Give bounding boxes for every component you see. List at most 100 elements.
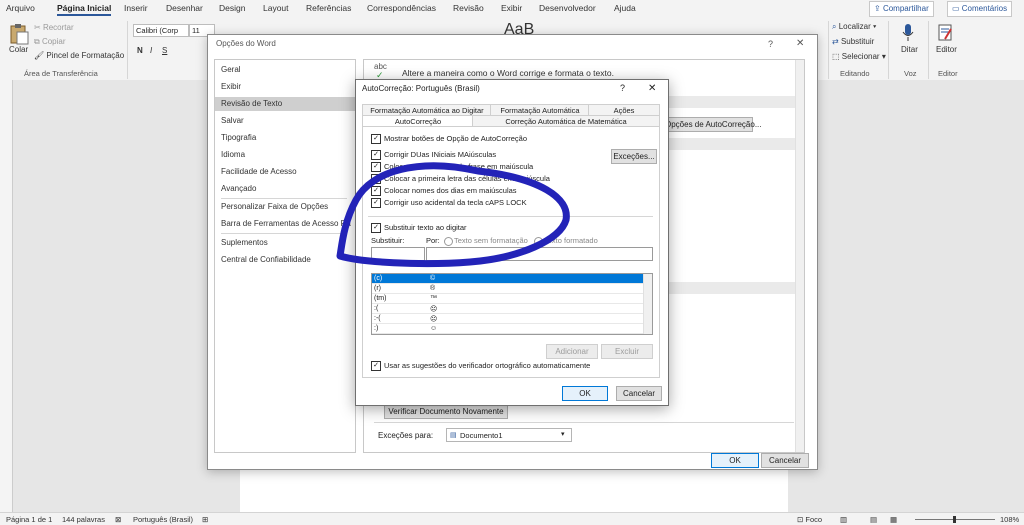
- nav-item-geral[interactable]: Geral: [221, 65, 241, 74]
- tab-layout[interactable]: Layout: [263, 3, 289, 13]
- ribbon-separator: [888, 21, 889, 79]
- editor-button[interactable]: [937, 23, 955, 43]
- proofing-icon[interactable]: ⊠: [115, 515, 121, 524]
- exceptions-button[interactable]: Exceções...: [611, 149, 657, 164]
- list-item[interactable]: :) ☺: [372, 323, 643, 334]
- clipboard-icon: [10, 24, 29, 45]
- spellcheck-suggestions-label: Usar as sugestões do verificador ortográ…: [384, 361, 591, 370]
- tab-ajuda[interactable]: Ajuda: [614, 3, 636, 13]
- tab-arquivo[interactable]: Arquivo: [6, 3, 35, 13]
- nav-item-suplementos[interactable]: Suplementos: [221, 238, 268, 247]
- dictate-button[interactable]: [900, 23, 916, 43]
- with-input[interactable]: [426, 247, 653, 261]
- language-status[interactable]: Português (Brasil): [133, 515, 193, 524]
- autocorrect-options-button[interactable]: Opções de AutoCorreção...: [664, 117, 762, 132]
- bold-button[interactable]: N: [137, 46, 143, 55]
- list-item[interactable]: :(☹: [372, 303, 643, 314]
- tab-pagina-inicial[interactable]: Página Inicial: [57, 3, 112, 16]
- list-item[interactable]: (tm) ™: [372, 293, 643, 304]
- focus-button[interactable]: ⊡ Foco: [797, 515, 822, 524]
- tab-inserir[interactable]: Inserir: [124, 3, 148, 13]
- tab-design[interactable]: Design: [219, 3, 245, 13]
- nav-item-personalizar-faixa[interactable]: Personalizar Faixa de Opções: [221, 202, 328, 211]
- web-layout-icon[interactable]: ▦: [890, 515, 897, 524]
- replace-button[interactable]: ⇄ Substituir: [832, 37, 874, 46]
- first-letter-cells-checkbox[interactable]: ✓: [371, 174, 381, 184]
- exceptions-dropdown[interactable]: ▤ Documento1 ▾: [446, 428, 572, 442]
- nav-item-tipografia[interactable]: Tipografia: [221, 133, 256, 142]
- accessibility-icon[interactable]: ⊞: [202, 515, 208, 524]
- help-icon[interactable]: ?: [768, 39, 773, 49]
- nav-item-idioma[interactable]: Idioma: [221, 150, 245, 159]
- recheck-document-button[interactable]: Verificar Documento Novamente: [384, 404, 508, 419]
- find-button[interactable]: ⌕ Localizar ▾: [832, 22, 876, 32]
- select-button[interactable]: ⬚ Selecionar ▾: [832, 52, 886, 61]
- options-scrollbar[interactable]: [795, 60, 804, 452]
- list-item[interactable]: (c) ©: [372, 274, 643, 284]
- two-initial-caps-checkbox[interactable]: ✓: [371, 150, 381, 160]
- list-item[interactable]: (r) ®: [372, 283, 643, 294]
- nav-item-salvar[interactable]: Salvar: [221, 116, 244, 125]
- paste-button[interactable]: [8, 23, 30, 45]
- italic-button[interactable]: I: [150, 46, 152, 55]
- autocorrect-title: AutoCorreção: Português (Brasil): [362, 84, 480, 93]
- list-item[interactable]: :-(☹: [372, 313, 643, 324]
- underline-button[interactable]: S: [162, 46, 167, 55]
- delete-button[interactable]: Excluir: [601, 344, 653, 359]
- close-icon[interactable]: ✕: [796, 38, 804, 49]
- read-mode-icon[interactable]: ▥: [840, 515, 847, 524]
- show-buttons-checkbox[interactable]: ✓: [371, 134, 381, 144]
- share-label: Compartilhar: [882, 4, 929, 13]
- plain-text-radio[interactable]: [444, 237, 453, 246]
- formatted-text-radio[interactable]: [534, 237, 543, 246]
- zoom-level[interactable]: 108%: [1000, 515, 1019, 524]
- ribbon-tab-bar: Arquivo Página Inicial Inserir Desenhar …: [0, 0, 1024, 17]
- cut-button[interactable]: ✂ Recortar: [34, 23, 74, 32]
- formatted-text-label: Texto formatado: [544, 236, 598, 245]
- list-scrollbar[interactable]: [643, 274, 652, 334]
- ribbon-separator: [828, 21, 829, 79]
- with-label: Por:: [426, 236, 440, 245]
- focus-label: Foco: [805, 515, 823, 524]
- tab-revisao[interactable]: Revisão: [453, 3, 484, 13]
- first-letter-sentence-label: Colocar primeira letra da frase em maiús…: [384, 162, 534, 171]
- format-painter-button[interactable]: 🖌 Pincel de Formatação: [34, 51, 124, 60]
- page-count[interactable]: Página 1 de 1: [6, 515, 52, 524]
- zoom-slider-thumb[interactable]: [953, 516, 956, 523]
- day-names-checkbox[interactable]: ✓: [371, 186, 381, 196]
- nav-item-barra-acesso-rapido[interactable]: Barra de Ferramentas de Acesso Rápido: [221, 219, 351, 228]
- options-ok-button[interactable]: OK: [711, 453, 759, 468]
- font-name-box[interactable]: Calibri (Corp: [133, 24, 189, 37]
- options-cancel-button[interactable]: Cancelar: [761, 453, 809, 468]
- close-icon[interactable]: ✕: [648, 83, 656, 94]
- nav-item-avancado[interactable]: Avançado: [221, 184, 256, 193]
- print-layout-icon[interactable]: ▤: [870, 515, 877, 524]
- word-count[interactable]: 144 palavras: [62, 515, 105, 524]
- replace-text-checkbox[interactable]: ✓: [371, 223, 381, 233]
- nav-item-central-de-confiabilidade[interactable]: Central de Confiabilidade: [221, 255, 311, 264]
- replace-input[interactable]: [371, 247, 425, 261]
- nav-item-revisao-de-texto[interactable]: Revisão de Texto: [215, 97, 355, 111]
- document-icon: ▤: [450, 432, 457, 439]
- tab-desenhar[interactable]: Desenhar: [166, 3, 203, 13]
- share-button[interactable]: ⇪ Compartilhar: [869, 1, 934, 17]
- nav-item-exibir[interactable]: Exibir: [221, 82, 241, 91]
- tab-desenvolvedor[interactable]: Desenvolvedor: [539, 3, 596, 13]
- spellcheck-suggestions-checkbox[interactable]: ✓: [371, 361, 381, 371]
- caps-lock-checkbox[interactable]: ✓: [371, 198, 381, 208]
- replace-text-label: Substituir texto ao digitar: [384, 223, 467, 232]
- nav-item-facilidade-de-acesso[interactable]: Facilidade de Acesso: [221, 167, 297, 176]
- tab-correspondencias[interactable]: Correspondências: [367, 3, 436, 13]
- two-initial-caps-label: Corrigir DUas INiciais MAiúsculas: [384, 150, 497, 159]
- tab-exibir[interactable]: Exibir: [501, 3, 522, 13]
- tab-referencias[interactable]: Referências: [306, 3, 351, 13]
- comments-button[interactable]: ▭ Comentários: [947, 1, 1013, 17]
- autocorrect-list[interactable]: (c) © (r) ® (tm) ™ :(☹ :-(☹ :) ☺: [371, 273, 653, 335]
- autocorrect-ok-button[interactable]: OK: [562, 386, 608, 401]
- help-icon[interactable]: ?: [620, 83, 625, 93]
- first-letter-sentence-checkbox[interactable]: ✓: [371, 162, 381, 172]
- copy-button[interactable]: ⧉ Copiar: [34, 37, 66, 47]
- exceptions-value: Documento1: [460, 431, 503, 440]
- add-button[interactable]: Adicionar: [546, 344, 598, 359]
- autocorrect-cancel-button[interactable]: Cancelar: [616, 386, 662, 401]
